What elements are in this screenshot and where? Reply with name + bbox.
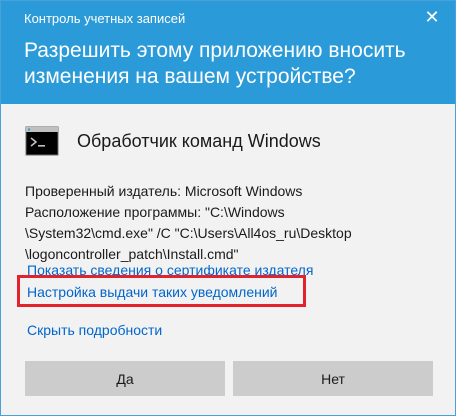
question-line-2: изменения на вашем устройстве? — [24, 65, 356, 88]
publisher-text: Проверенный издатель: Microsoft Windows — [25, 183, 303, 199]
close-button[interactable]: ✕ — [409, 1, 455, 33]
close-icon: ✕ — [424, 6, 440, 27]
question-line-1: Разрешить этому приложению вносить — [24, 39, 406, 62]
uac-dialog: Контроль учетных записей ✕ Разрешить это… — [0, 0, 456, 416]
app-details: Проверенный издатель: Microsoft Windows … — [25, 181, 435, 265]
location-line-2: \System32\cmd.exe" /C "C:\Users\All4os_r… — [25, 225, 352, 241]
cmd-icon — [25, 124, 59, 158]
notification-settings-link[interactable]: Настройка выдачи таких уведомлений — [27, 284, 278, 300]
window-title: Контроль учетных записей — [24, 11, 186, 26]
dialog-question: Разрешить этому приложению вносить измен… — [24, 38, 434, 90]
location-line-1: Расположение программы: "C:\Windows — [25, 204, 285, 220]
yes-button[interactable]: Да — [25, 361, 225, 396]
no-button[interactable]: Нет — [233, 361, 433, 396]
app-name: Обработчик команд Windows — [77, 130, 321, 151]
dialog-header: Контроль учетных записей ✕ Разрешить это… — [1, 1, 455, 104]
app-info: Обработчик команд Windows — [25, 123, 321, 159]
hide-details-link[interactable]: Скрыть подробности — [27, 322, 162, 338]
